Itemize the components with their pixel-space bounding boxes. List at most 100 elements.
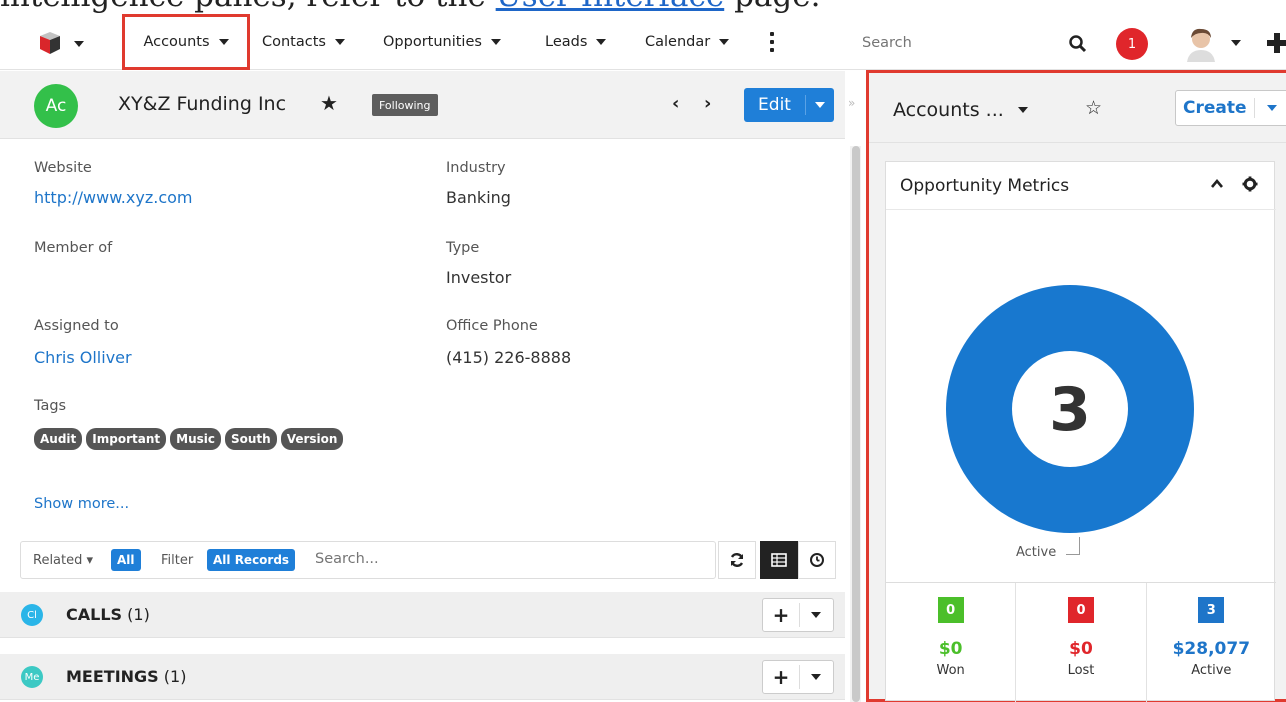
metric-lost-count: 0 [1067, 597, 1094, 623]
related-label[interactable]: Related ▾ [33, 553, 93, 568]
related-label-text: Related [33, 553, 83, 568]
meetings-count: (1) [163, 667, 187, 686]
metric-active-count: 3 [1198, 597, 1225, 623]
create-dropdown[interactable] [1255, 105, 1286, 111]
calls-subpanel-title: CALLS (1) [66, 605, 150, 624]
metric-won-label: Won [936, 663, 965, 678]
chevron-down-icon [811, 674, 822, 680]
nav-accounts[interactable]: Accounts [122, 14, 250, 70]
previous-record-icon[interactable]: ‹ [672, 93, 679, 114]
metric-lost-label: Lost [1067, 663, 1095, 678]
activity-stream-button[interactable] [798, 541, 836, 579]
assigned-to-label: Assigned to [34, 318, 119, 334]
website-value[interactable]: http://www.xyz.com [34, 188, 192, 207]
metric-active[interactable]: 3 $28,077 Active [1147, 583, 1276, 702]
chevron-down-icon[interactable] [1231, 40, 1241, 46]
calls-count: (1) [127, 605, 150, 624]
refresh-button[interactable] [718, 541, 756, 579]
doc-caption-text: intelligence panes, refer to the [0, 0, 496, 14]
chevron-down-icon [334, 39, 345, 45]
global-search-input[interactable] [862, 35, 1052, 51]
edit-button[interactable]: Edit [744, 88, 834, 122]
nav-calendar[interactable]: Calendar [645, 28, 730, 56]
clock-icon [810, 553, 824, 567]
tag[interactable]: Important [86, 428, 167, 450]
record-avatar: Ac [34, 84, 78, 128]
more-menu-icon[interactable] [766, 32, 778, 52]
calls-actions-dropdown[interactable] [800, 612, 833, 618]
meetings-subpanel[interactable]: Me MEETINGS (1) + [0, 654, 845, 700]
related-all-pill[interactable]: All [111, 549, 141, 571]
metric-active-amount: $28,077 [1172, 639, 1251, 659]
top-navigation: Accounts Contacts Opportunities Leads Ca… [0, 14, 1286, 70]
create-button-label: Create [1176, 98, 1255, 118]
nav-opportunities[interactable]: Opportunities [383, 28, 501, 56]
industry-value: Banking [446, 188, 511, 207]
list-view-button[interactable] [760, 541, 798, 579]
search-icon[interactable] [1068, 34, 1088, 54]
collapse-pane-icon[interactable]: » [848, 96, 855, 110]
plus-icon[interactable]: + [763, 665, 800, 689]
office-phone-label: Office Phone [446, 318, 538, 334]
member-of-label: Member of [34, 240, 113, 256]
assigned-to-value[interactable]: Chris Olliver [34, 348, 132, 367]
cube-logo-icon [40, 32, 84, 54]
chevron-down-icon [596, 39, 607, 45]
filter-label: Filter [161, 553, 194, 568]
create-dashboard-button[interactable]: Create [1175, 90, 1286, 126]
edit-dropdown[interactable] [806, 102, 834, 108]
opportunity-donut-chart: 3 [946, 285, 1194, 533]
doc-caption-suffix: page. [724, 0, 820, 14]
global-search [862, 28, 1092, 58]
nav-leads[interactable]: Leads [545, 28, 607, 56]
related-filter-box: Related ▾ All Filter All Records [20, 541, 716, 579]
refresh-icon [730, 553, 744, 567]
following-badge[interactable]: Following [372, 94, 438, 116]
metric-won[interactable]: 0 $0 Won [886, 583, 1017, 702]
next-record-icon[interactable]: › [704, 93, 711, 114]
notifications-badge[interactable]: 1 [1116, 28, 1148, 60]
opportunity-metrics-dashlet: Opportunity Metrics 3 Active 0 $0 Won 0 … [885, 161, 1276, 702]
app-logo-menu[interactable] [34, 30, 98, 56]
metric-lost[interactable]: 0 $0 Lost [1016, 583, 1147, 702]
plus-icon[interactable]: + [763, 603, 800, 627]
favorite-star-icon[interactable]: ★ [320, 91, 338, 115]
related-toolbar: Related ▾ All Filter All Records [20, 541, 838, 581]
calls-module-icon: Cl [21, 604, 43, 626]
tag[interactable]: Music [170, 428, 221, 450]
chevron-up-icon[interactable] [1210, 178, 1224, 190]
show-more-link[interactable]: Show more... [34, 496, 129, 512]
tag[interactable]: Version [280, 428, 344, 450]
calls-add-button[interactable]: + [762, 598, 834, 632]
scrollbar-thumb[interactable] [852, 146, 860, 702]
nav-calendar-label: Calendar [645, 34, 711, 50]
metric-lost-amount: $0 [1069, 639, 1093, 659]
donut-slice-label: Active [1016, 545, 1057, 560]
nav-contacts-label: Contacts [262, 34, 326, 50]
calls-subpanel[interactable]: Cl CALLS (1) + [0, 592, 845, 638]
calls-title-text: CALLS [66, 605, 123, 624]
meetings-title-text: MEETINGS [66, 667, 159, 686]
nav-opportunities-label: Opportunities [383, 34, 482, 50]
dashboard-selector[interactable]: Accounts ... [893, 99, 1028, 121]
chevron-down-icon [218, 39, 229, 45]
related-search-input[interactable] [315, 551, 495, 567]
doc-caption: intelligence panes, refer to the User In… [0, 0, 820, 14]
dashlet-header: Opportunity Metrics [886, 162, 1276, 210]
nav-contacts[interactable]: Contacts [262, 28, 345, 56]
tags-label: Tags [34, 398, 67, 414]
user-avatar-icon[interactable] [1184, 26, 1218, 62]
favorite-star-outline-icon[interactable]: ☆ [1085, 97, 1102, 119]
donut-leader-line [1066, 537, 1080, 555]
chevron-down-icon [1017, 107, 1028, 113]
meetings-actions-dropdown[interactable] [800, 674, 833, 680]
gear-icon[interactable] [1242, 176, 1258, 192]
meetings-add-button[interactable]: + [762, 660, 834, 694]
tags-list: Audit Important Music South Version [34, 428, 344, 450]
filter-all-records-pill[interactable]: All Records [207, 549, 296, 571]
user-interface-link[interactable]: User Interface [496, 0, 725, 14]
tag[interactable]: South [224, 428, 277, 450]
nav-leads-label: Leads [545, 34, 588, 50]
tag[interactable]: Audit [34, 428, 83, 450]
quick-create-plus-icon[interactable] [1266, 30, 1286, 56]
